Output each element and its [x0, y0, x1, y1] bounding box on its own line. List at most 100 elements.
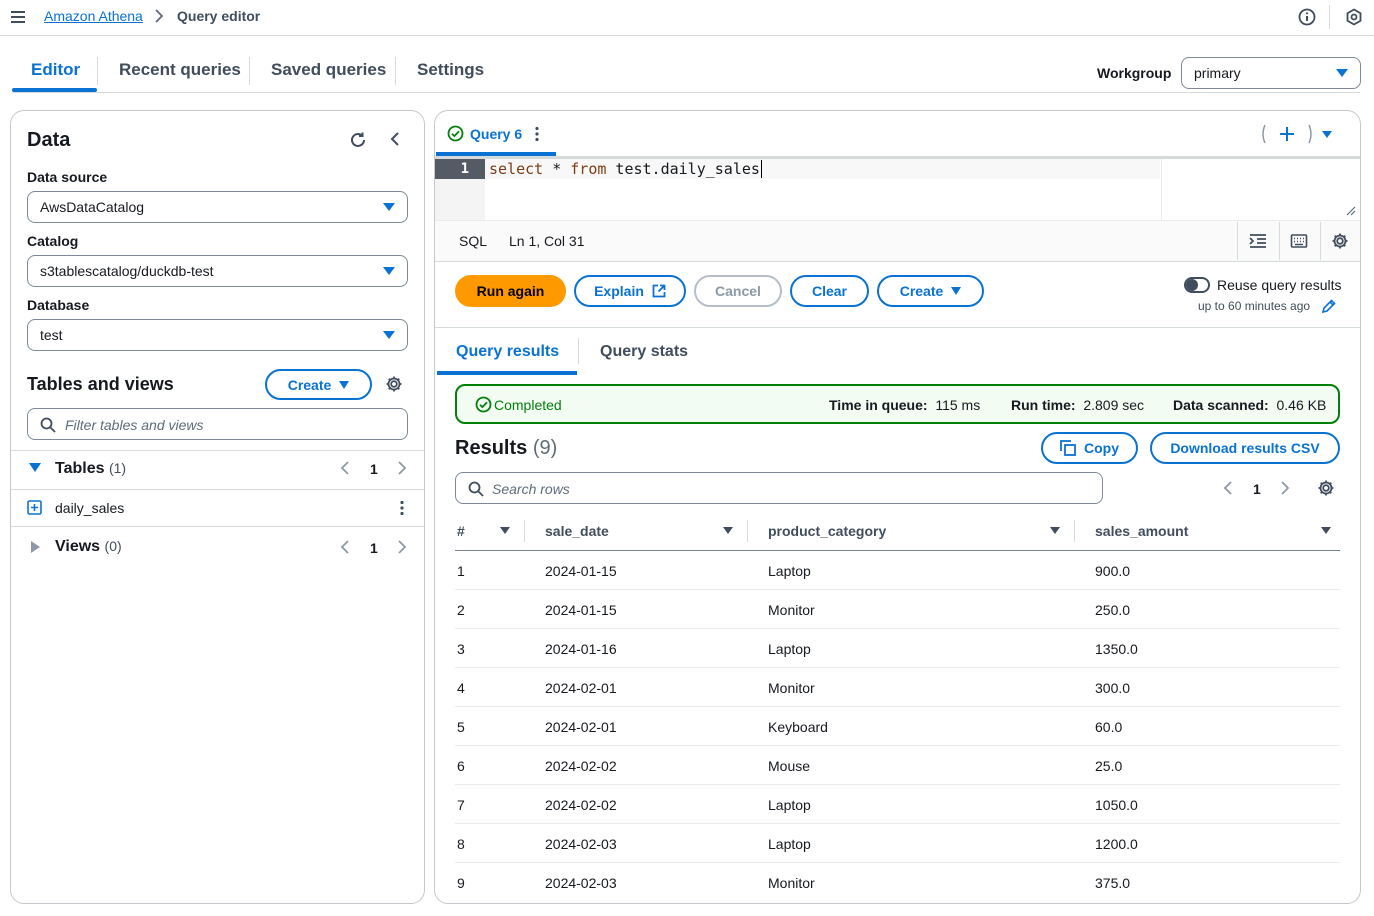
clear-button[interactable]: Clear: [790, 275, 869, 307]
cancel-button[interactable]: Cancel: [694, 275, 782, 307]
expand-plus-icon[interactable]: [27, 500, 42, 515]
sort-caret-icon[interactable]: [1321, 527, 1331, 534]
table-item-daily-sales[interactable]: daily_sales: [55, 500, 124, 516]
format-indent-icon[interactable]: [1248, 231, 1268, 251]
copy-label: Copy: [1084, 440, 1119, 456]
results-page-number[interactable]: 1: [1253, 481, 1261, 497]
database-label: Database: [27, 297, 90, 313]
database-select[interactable]: test: [27, 319, 408, 351]
more-actions-icon[interactable]: [399, 500, 405, 516]
divider: [11, 526, 424, 527]
run-again-button[interactable]: Run again: [455, 275, 566, 307]
chevron-left-icon[interactable]: [340, 460, 350, 476]
chevron-left-icon[interactable]: [385, 129, 405, 149]
cell-product-category: Monitor: [768, 602, 815, 618]
new-query-group: [1259, 123, 1335, 145]
caret-right-icon[interactable]: [31, 541, 40, 553]
data-source-select[interactable]: AwsDataCatalog: [27, 191, 408, 223]
cell-sales-amount: 375.0: [1095, 875, 1131, 891]
download-csv-button[interactable]: Download results CSV: [1150, 432, 1340, 464]
catalog-value: s3tablescatalog/duckdb-test: [40, 263, 214, 279]
chevron-right-icon: [154, 9, 164, 23]
search-rows-input[interactable]: Search rows: [455, 472, 1103, 504]
caret-down-icon: [383, 331, 395, 339]
views-page-number[interactable]: 1: [370, 540, 378, 556]
gear-icon[interactable]: [1316, 478, 1336, 498]
create-label: Create: [287, 376, 332, 393]
edit-icon[interactable]: [1320, 298, 1336, 314]
filter-placeholder: Filter tables and views: [65, 417, 204, 433]
chevron-left-icon[interactable]: [1223, 480, 1233, 496]
divider: [435, 327, 1360, 328]
cell-sales-amount: 60.0: [1095, 719, 1123, 735]
explain-button[interactable]: Explain: [574, 275, 686, 307]
create-table-button[interactable]: Create: [265, 369, 372, 400]
gear-icon[interactable]: [1330, 231, 1350, 251]
scanned-label: Data scanned:: [1173, 397, 1269, 413]
tab-separator: [249, 57, 250, 85]
caret-down-icon[interactable]: [29, 463, 41, 473]
queue-value: 115 ms: [935, 397, 981, 413]
tab-query-results[interactable]: Query results: [456, 343, 559, 361]
tables-section-header[interactable]: Tables (1): [55, 460, 126, 478]
column-header-sale-date[interactable]: sale_date: [545, 523, 609, 539]
column-resizer[interactable]: [1074, 520, 1075, 542]
breadcrumb-athena-link[interactable]: Amazon Athena: [44, 8, 143, 24]
cell-sales-amount: 1050.0: [1095, 797, 1138, 813]
tables-page-number[interactable]: 1: [370, 461, 378, 477]
results-count: (9): [532, 437, 558, 459]
chevron-left-icon[interactable]: [340, 539, 350, 555]
cell-sale-date: 2024-02-03: [545, 836, 617, 852]
column-header-sales-amount[interactable]: sales_amount: [1095, 523, 1188, 539]
keyboard-icon[interactable]: [1289, 231, 1309, 251]
settings-icon[interactable]: [1344, 7, 1364, 27]
cell-sales-amount: 900.0: [1095, 563, 1131, 579]
refresh-icon[interactable]: [347, 129, 369, 151]
views-section-header[interactable]: Views (0): [55, 538, 122, 556]
catalog-select[interactable]: s3tablescatalog/duckdb-test: [27, 255, 408, 287]
workgroup-label: Workgroup: [1097, 65, 1172, 81]
copy-button[interactable]: Copy: [1041, 432, 1138, 464]
tab-settings[interactable]: Settings: [417, 60, 484, 80]
active-tab-indicator: [437, 371, 577, 375]
column-header-index[interactable]: #: [457, 523, 465, 539]
cell-sale-date: 2024-02-02: [545, 758, 617, 774]
workgroup-select[interactable]: primary: [1181, 57, 1361, 89]
add-query-icon[interactable]: [1279, 126, 1295, 142]
table-row: 6 2024-02-02 Mouse 25.0: [455, 746, 1340, 785]
data-source-label: Data source: [27, 169, 108, 185]
menu-icon[interactable]: [8, 7, 28, 27]
create-button[interactable]: Create: [877, 275, 984, 307]
divider: [11, 450, 424, 451]
column-resizer[interactable]: [747, 520, 748, 542]
caret-down-icon: [339, 380, 350, 389]
code-line[interactable]: select * from test.daily_sales: [489, 159, 762, 179]
chevron-right-icon[interactable]: [1280, 480, 1290, 496]
sort-caret-icon[interactable]: [1050, 527, 1060, 534]
reuse-results-duration: up to 60 minutes ago: [1198, 299, 1311, 313]
data-source-value: AwsDataCatalog: [40, 199, 145, 215]
chevron-right-icon[interactable]: [397, 460, 407, 476]
cell-index: 7: [457, 797, 465, 813]
time-in-queue: Time in queue: 115 ms: [829, 397, 980, 413]
check-circle-icon: [474, 395, 492, 413]
gear-icon[interactable]: [384, 374, 404, 394]
more-actions-icon[interactable]: [534, 126, 540, 142]
status-text: Completed: [494, 397, 562, 413]
sort-caret-icon[interactable]: [723, 527, 733, 534]
cell-product-category: Laptop: [768, 836, 811, 852]
resize-handle-icon[interactable]: [1344, 204, 1356, 216]
tab-saved-queries[interactable]: Saved queries: [271, 60, 386, 80]
tab-editor[interactable]: Editor: [31, 60, 80, 80]
info-icon[interactable]: [1297, 7, 1317, 27]
workgroup-value: primary: [1194, 65, 1241, 81]
tab-recent-queries[interactable]: Recent queries: [119, 60, 241, 80]
tab-query-stats[interactable]: Query stats: [600, 343, 688, 361]
column-header-product-category[interactable]: product_category: [768, 523, 886, 539]
cell-product-category: Monitor: [768, 875, 815, 891]
chevron-right-icon[interactable]: [397, 539, 407, 555]
filter-tables-input[interactable]: Filter tables and views: [27, 408, 408, 440]
sort-caret-icon[interactable]: [500, 527, 510, 534]
query-tab[interactable]: Query 6: [447, 125, 540, 142]
column-resizer[interactable]: [524, 520, 525, 542]
